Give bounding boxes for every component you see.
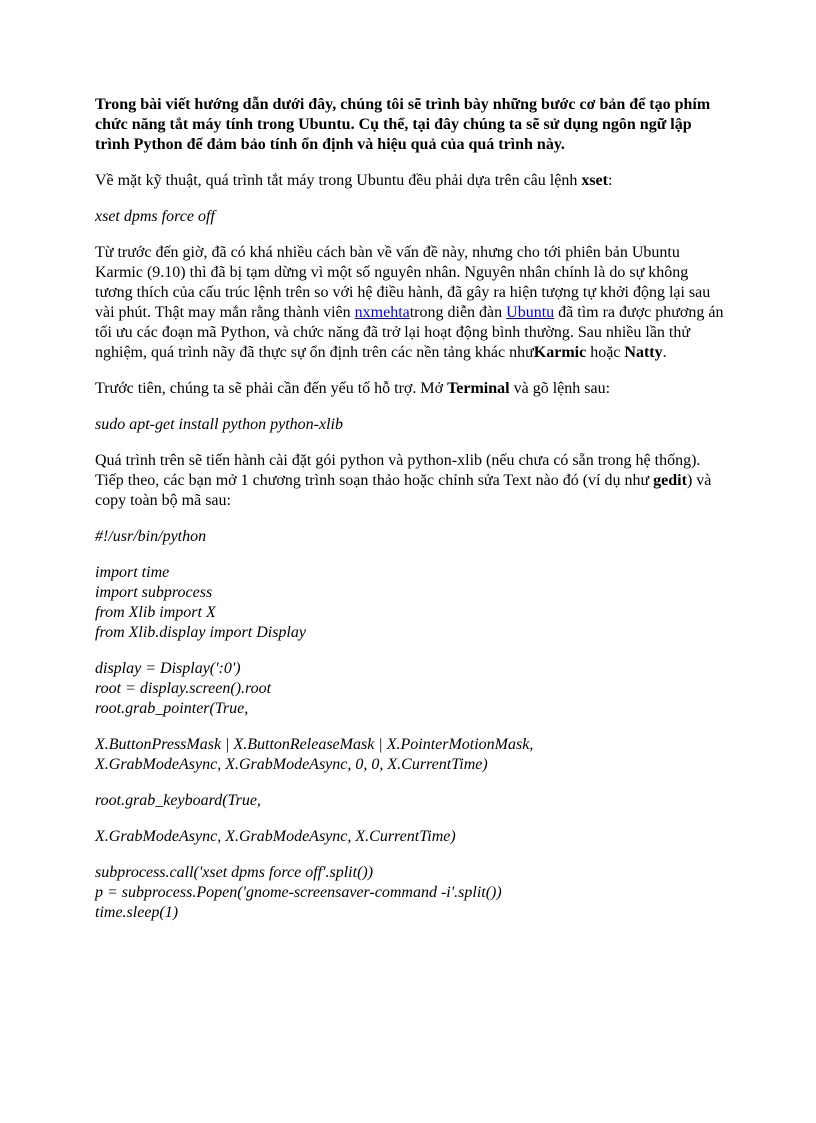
link-nxmehta[interactable]: nxmehta [355,304,410,321]
code-shebang: #!/usr/bin/python [95,527,726,547]
code-pointer: X.ButtonPressMask | X.ButtonReleaseMask … [95,735,726,775]
command-apt-get: sudo apt-get install python python-xlib [95,415,726,435]
text-natty: Natty [624,344,662,361]
text-gedit: gedit [653,472,687,489]
code-line: p = subprocess.Popen('gnome-screensaver-… [95,883,726,903]
code-imports: import time import subprocess from Xlib … [95,563,726,643]
command-xset: xset dpms force off [95,207,726,227]
text-karmic: Karmic [534,344,586,361]
code-line: from Xlib.display import Display [95,623,726,643]
link-ubuntu[interactable]: Ubuntu [506,304,554,321]
code-line: subprocess.call('xset dpms force off'.sp… [95,863,726,883]
text-terminal: Terminal [447,380,510,397]
code-subprocess: subprocess.call('xset dpms force off'.sp… [95,863,726,923]
tech-paragraph: Về mặt kỹ thuật, quá trình tắt máy trong… [95,171,726,191]
code-line: display = Display(':0') [95,659,726,679]
intro-paragraph: Trong bài viết hướng dẫn dưới đây, chúng… [95,95,726,155]
code-line: X.ButtonPressMask | X.ButtonReleaseMask … [95,735,726,755]
code-line: import time [95,563,726,583]
cmd-xset: xset [581,172,608,189]
text: hoặc [586,344,624,361]
text: Quá trình trên sẽ tiến hành cài đặt gói … [95,452,700,489]
code-line: from Xlib import X [95,603,726,623]
code-keyboard: root.grab_keyboard(True, [95,791,726,811]
code-line: import subprocess [95,583,726,603]
document-page: Trong bài viết hướng dẫn dưới đây, chúng… [0,0,816,1123]
code-grabmode: X.GrabModeAsync, X.GrabModeAsync, X.Curr… [95,827,726,847]
code-display: display = Display(':0') root = display.s… [95,659,726,719]
text: và gõ lệnh sau: [510,380,610,397]
install-paragraph: Quá trình trên sẽ tiến hành cài đặt gói … [95,451,726,511]
text: : [608,172,612,189]
code-line: root.grab_pointer(True, [95,699,726,719]
code-line: root = display.screen().root [95,679,726,699]
code-line: time.sleep(1) [95,903,726,923]
history-paragraph: Từ trước đến giờ, đã có khá nhiều cách b… [95,243,726,363]
prereq-paragraph: Trước tiên, chúng ta sẽ phải cần đến yếu… [95,379,726,399]
text: trong diễn đàn [410,304,506,321]
code-line: X.GrabModeAsync, X.GrabModeAsync, 0, 0, … [95,755,726,775]
text: . [663,344,667,361]
text: Về mặt kỹ thuật, quá trình tắt máy trong… [95,172,581,189]
text: Trước tiên, chúng ta sẽ phải cần đến yếu… [95,380,447,397]
